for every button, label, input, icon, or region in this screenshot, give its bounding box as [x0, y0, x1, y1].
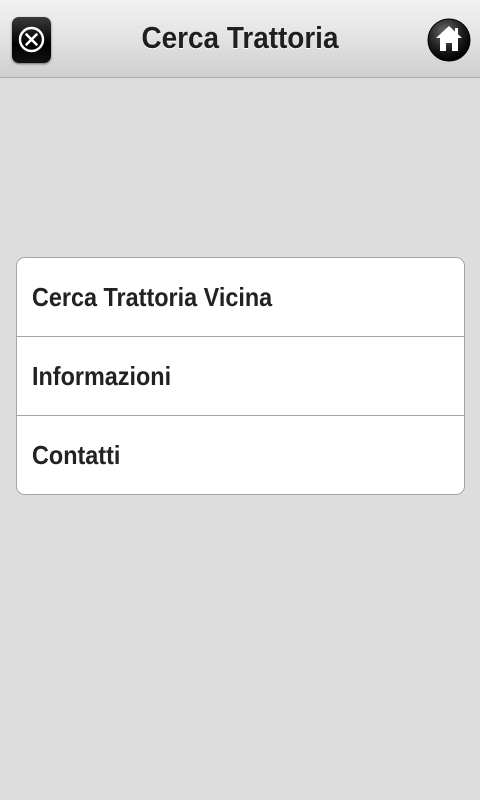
home-icon — [427, 18, 471, 62]
top-bar: Cerca Trattoria — [0, 0, 480, 78]
menu-item-label: Contatti — [32, 439, 121, 470]
menu-item-cerca-trattoria-vicina[interactable]: Cerca Trattoria Vicina — [17, 258, 464, 337]
main-menu: Cerca Trattoria Vicina Informazioni Cont… — [16, 257, 465, 495]
home-button[interactable] — [427, 15, 471, 63]
menu-item-contatti[interactable]: Contatti — [17, 416, 464, 494]
menu-item-label: Informazioni — [32, 360, 172, 391]
menu-item-label: Cerca Trattoria Vicina — [32, 281, 273, 312]
page-title: Cerca Trattoria — [141, 20, 339, 55]
menu-item-informazioni[interactable]: Informazioni — [17, 337, 464, 416]
